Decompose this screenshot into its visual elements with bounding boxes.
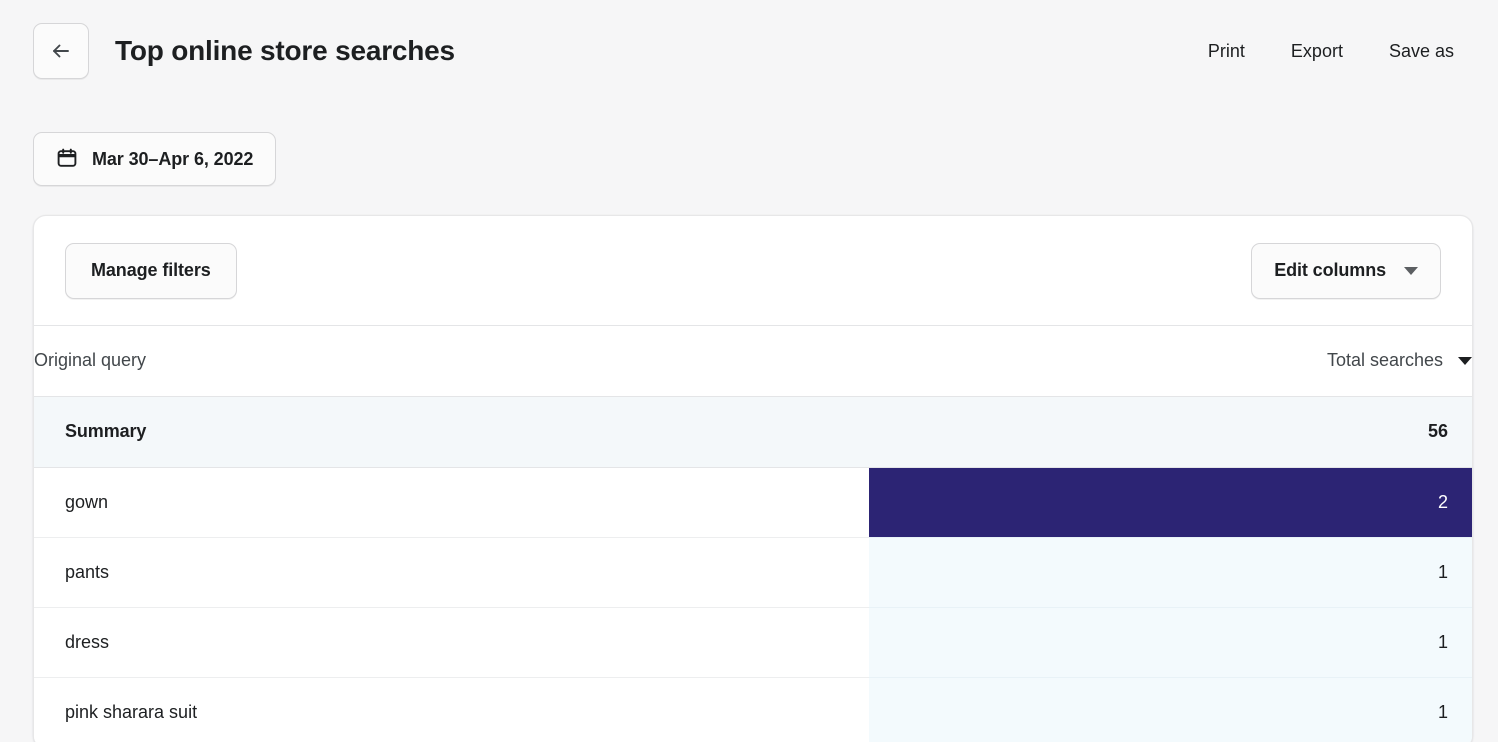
row-bar: 1: [869, 678, 1472, 742]
column-header-total-searches-label: Total searches: [1326, 350, 1443, 371]
manage-filters-button[interactable]: Manage filters: [65, 242, 237, 299]
table-body: Summary 56 gown 2 pants 1 dress 1 pink sharara…: [34, 396, 1472, 742]
table-header-row: Original query Total searches: [34, 326, 1472, 397]
row-query-label: pink sharara suit: [34, 677, 869, 742]
summary-value: 56: [869, 396, 1472, 468]
row-bar: 1: [869, 608, 1472, 677]
summary-label: Summary: [34, 396, 869, 468]
summary-row: Summary 56: [34, 396, 1472, 468]
row-value-label: 1: [1437, 631, 1448, 652]
filters-row: Mar 30–Apr 6, 2022: [0, 132, 1498, 186]
report-card: Manage filters Edit columns Original que…: [33, 215, 1473, 742]
table-row[interactable]: gown 2: [34, 467, 1472, 538]
row-query-label: pants: [34, 537, 869, 608]
row-bar: 2: [869, 467, 1472, 537]
table-row[interactable]: pink sharara suit 1: [34, 677, 1472, 742]
row-value-cell: 1: [869, 677, 1472, 742]
edit-columns-label: Edit columns: [1274, 260, 1386, 280]
row-query-label: gown: [34, 467, 869, 538]
row-bar-fill: [869, 467, 1472, 537]
row-value-label: 2: [1437, 491, 1448, 512]
row-value-cell: 2: [869, 467, 1472, 538]
arrow-left-icon: [50, 40, 72, 62]
print-button[interactable]: Print: [1206, 37, 1247, 66]
save-as-button[interactable]: Save as: [1387, 37, 1456, 66]
table-toolbar: Manage filters Edit columns: [34, 216, 1472, 326]
table-row[interactable]: pants 1: [34, 537, 1472, 608]
row-query-label: dress: [34, 607, 869, 678]
sort-chevron-down-icon[interactable]: [1458, 356, 1472, 365]
searches-table: Original query Total searches Summary 56…: [34, 326, 1472, 742]
back-button[interactable]: [33, 23, 89, 79]
date-range-picker[interactable]: Mar 30–Apr 6, 2022: [33, 132, 277, 186]
date-range-label: Mar 30–Apr 6, 2022: [92, 148, 254, 169]
export-button[interactable]: Export: [1289, 37, 1345, 66]
column-header-original-query[interactable]: Original query: [34, 326, 869, 397]
row-bar: 1: [869, 538, 1472, 607]
header-actions: Print Export Save as: [1206, 37, 1456, 66]
column-header-total-searches[interactable]: Total searches: [869, 326, 1472, 397]
row-value-cell: 1: [869, 537, 1472, 608]
row-value-label: 1: [1437, 561, 1448, 582]
table-row[interactable]: dress 1: [34, 607, 1472, 678]
page-header: Top online store searches Print Export S…: [0, 0, 1498, 102]
page-title: Top online store searches: [115, 35, 455, 66]
edit-columns-button[interactable]: Edit columns: [1251, 242, 1441, 299]
chevron-down-icon: [1404, 266, 1418, 275]
row-value-cell: 1: [869, 607, 1472, 678]
row-value-label: 1: [1437, 701, 1448, 722]
calendar-icon: [56, 147, 78, 172]
